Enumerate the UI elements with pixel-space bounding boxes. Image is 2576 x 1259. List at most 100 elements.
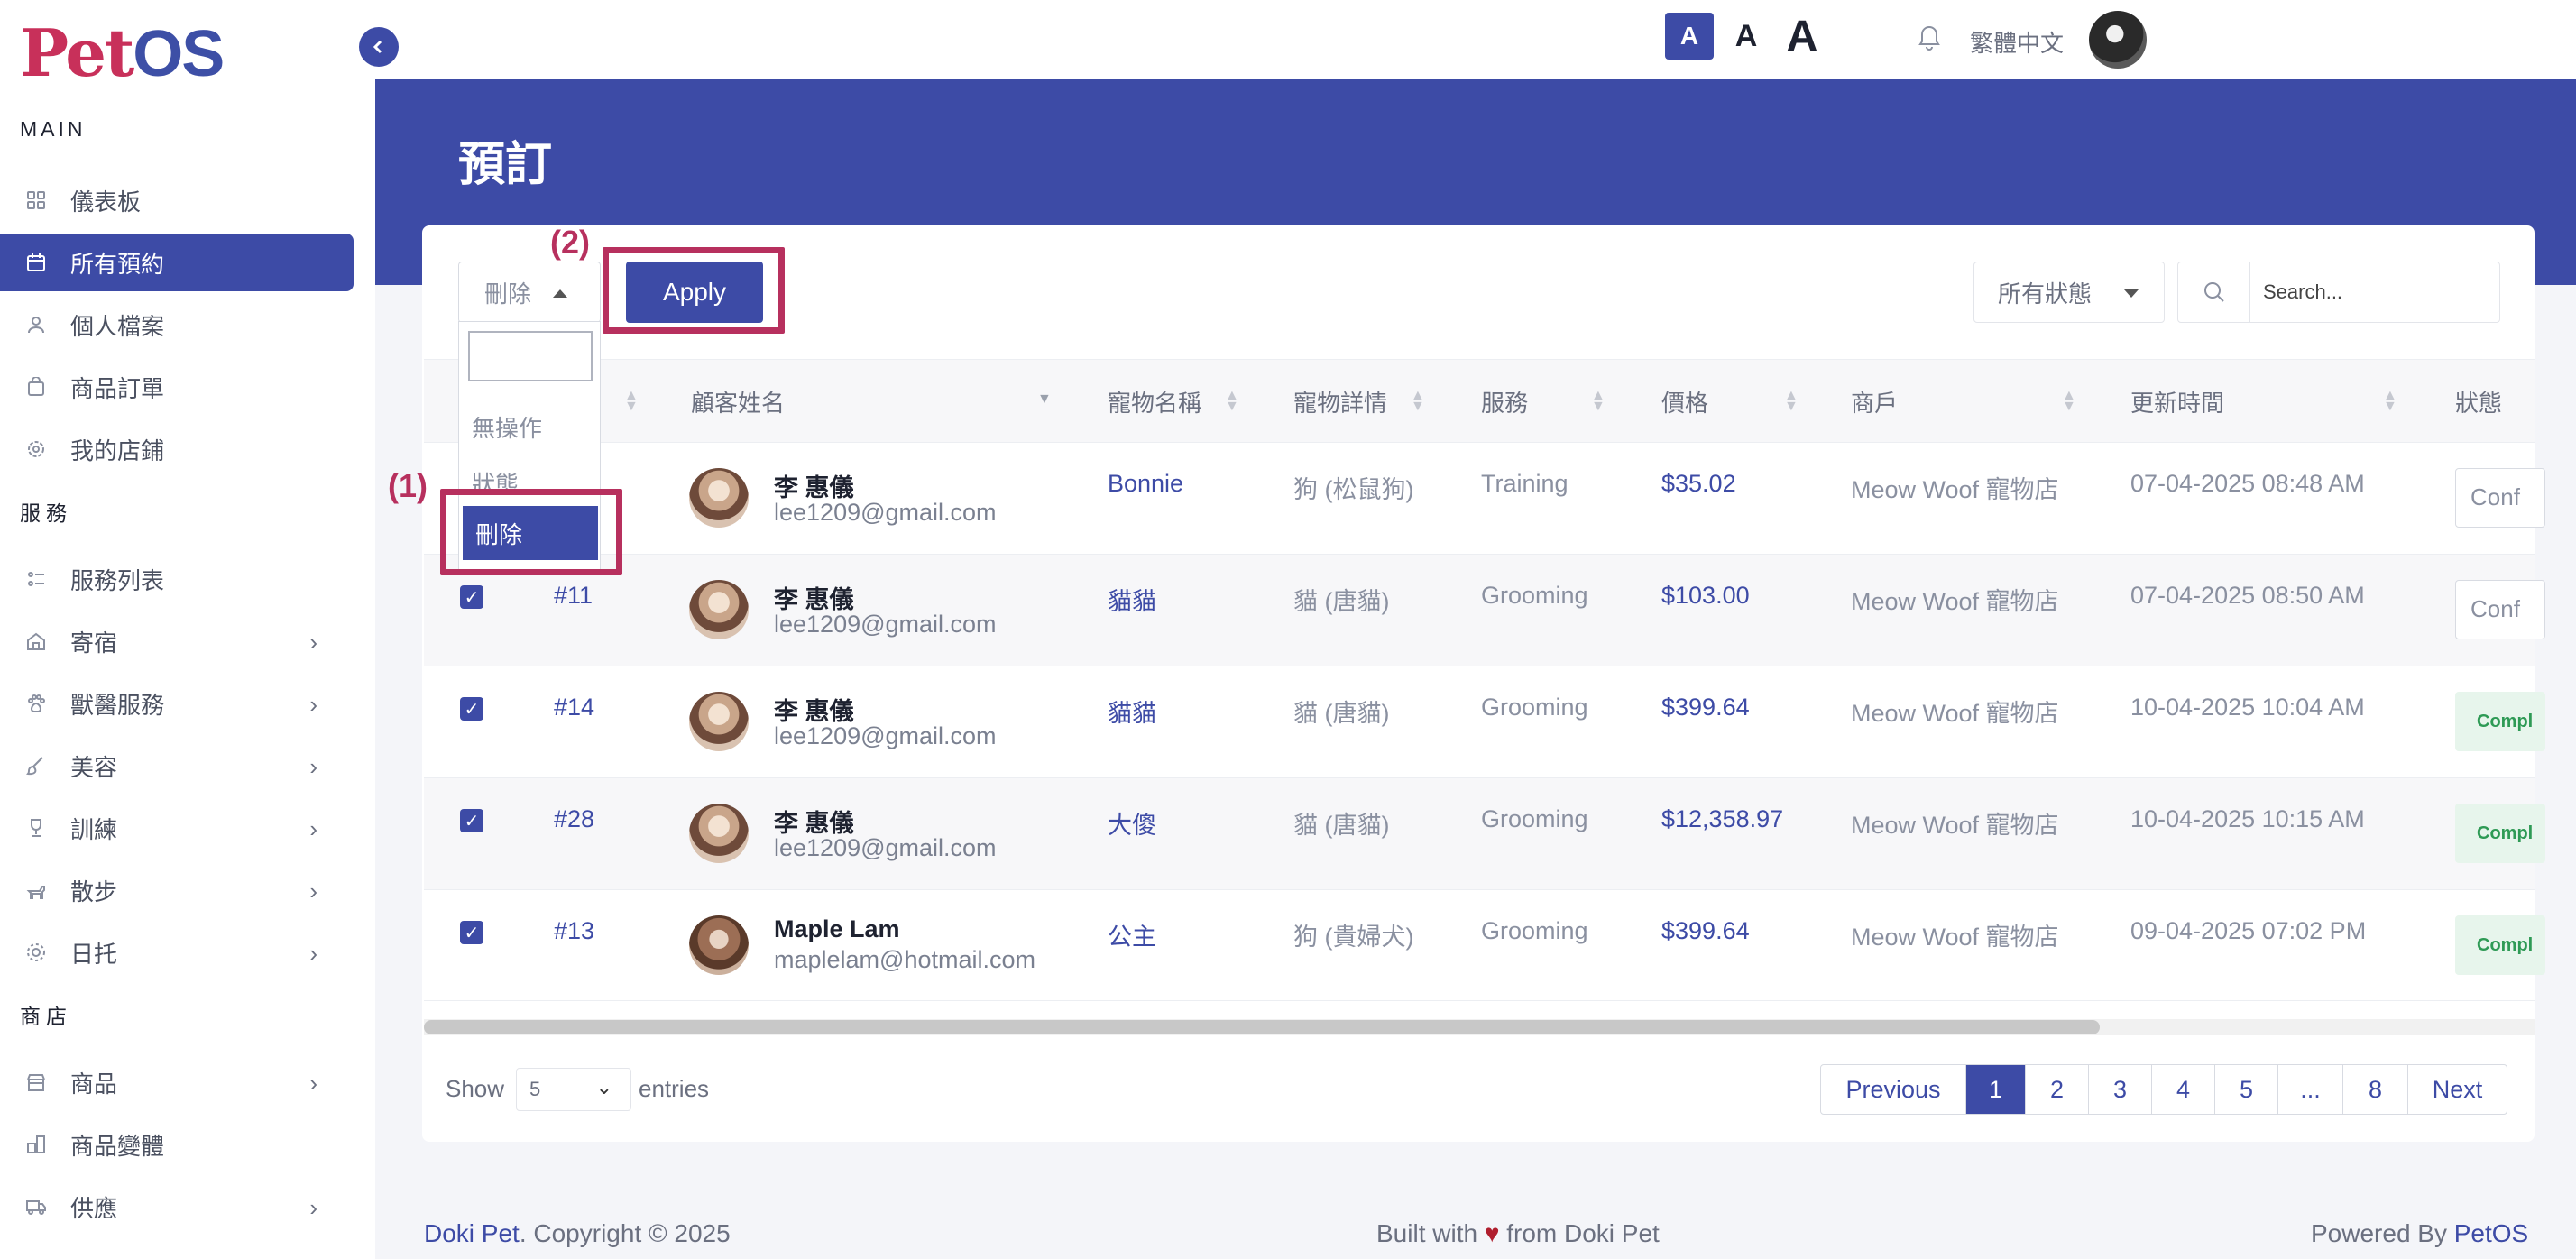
pet-name-link[interactable]: 貓貓 [1108,694,1156,729]
petos-logo[interactable]: PetOS [20,14,225,91]
dog-icon [25,879,47,901]
customer-avatar [689,804,749,863]
sidebar-item-products[interactable]: 商品 › [0,1053,354,1111]
sidebar-item-boarding[interactable]: 寄宿 › [0,612,354,670]
dropdown-option-no-action[interactable]: 無操作 [459,400,600,454]
booking-id-link[interactable]: #11 [554,582,593,610]
sort-desc-icon[interactable]: ▼ [1037,392,1052,407]
sidebar-item-walking[interactable]: 散步 › [0,861,354,919]
user-avatar[interactable] [2089,11,2147,69]
sidebar-item-all-bookings[interactable]: 所有預約 [0,234,354,291]
language-selector[interactable]: 繁體中文 [1970,25,2064,59]
sidebar-item-product-orders[interactable]: 商品訂單 [0,358,354,416]
service-name: Grooming [1481,582,1588,609]
chevron-right-icon: › [309,940,317,967]
chevron-down-icon: ⌄ [595,1076,612,1098]
pet-detail: 貓 (唐貓) [1293,588,1390,615]
updated-time: 07-04-2025 08:48 AM [2130,470,2365,497]
column-header-customer[interactable]: 顧客姓名 [691,385,785,418]
list-icon [25,568,47,590]
column-header-pet-detail[interactable]: 寵物詳情 [1293,385,1387,418]
status-select[interactable]: Conf [2455,468,2545,528]
pagination-page[interactable]: 5 [2214,1065,2277,1114]
service-name: Grooming [1481,805,1588,832]
pagination-page[interactable]: 8 [2342,1065,2407,1114]
table-row: ✓ #28 李 惠儀 lee1209@gmail.com 大傻 貓 (唐貓) G… [424,777,2545,889]
sidebar: PetOS MAIN 儀表板 所有預約 個人檔案 商品訂單 我的店鋪 服務 服務… [0,0,375,1259]
sort-icon[interactable]: ▲ ▼ [2062,389,2076,414]
footer-brand-link[interactable]: Doki Pet [424,1219,520,1247]
column-header-merchant[interactable]: 商戶 [1851,385,1898,418]
row-checkbox[interactable]: ✓ [460,809,483,832]
sort-icon[interactable]: ▲ ▼ [1784,389,1799,414]
customer-avatar [689,692,749,751]
chevron-right-icon: › [309,878,317,905]
chevron-right-icon: › [309,753,317,780]
bag-icon [25,376,47,398]
pagination-page[interactable]: 1 [1965,1065,2025,1114]
pagination-page[interactable]: 3 [2088,1065,2151,1114]
variant-icon [25,1134,47,1155]
booking-id-link[interactable]: #28 [554,805,594,833]
pet-name-link[interactable]: 公主 [1108,917,1156,952]
dropdown-search-input[interactable] [468,331,593,381]
pagination-next[interactable]: Next [2407,1065,2507,1114]
font-size-large-button[interactable]: A [1777,13,1827,60]
grid-icon [25,189,47,211]
column-header-price[interactable]: 價格 [1661,385,1708,418]
sidebar-item-my-store[interactable]: 我的店鋪 [0,420,354,478]
status-filter-select[interactable]: 所有狀態 [1973,262,2165,323]
search-input[interactable] [2250,262,2494,322]
price: $399.64 [1661,694,1750,721]
sidebar-item-training[interactable]: 訓練 › [0,799,354,857]
column-header-pet-name[interactable]: 寵物名稱 [1108,385,1201,418]
merchant: Meow Woof 寵物店 [1851,588,2059,615]
sort-icon[interactable]: ▲ ▼ [1225,389,1239,414]
sort-icon[interactable]: ▲ ▼ [624,389,639,414]
pet-detail: 狗 (松鼠狗) [1293,476,1414,503]
pet-name-link[interactable]: Bonnie [1108,470,1183,498]
sidebar-item-grooming[interactable]: 美容 › [0,737,354,795]
status-select[interactable]: Conf [2455,580,2545,639]
font-size-small-button[interactable]: A [1665,13,1714,60]
horizontal-scrollbar-thumb[interactable] [424,1020,2100,1034]
pet-name-link[interactable]: 貓貓 [1108,582,1156,617]
sidebar-item-supply[interactable]: 供應 › [0,1178,354,1236]
sort-icon[interactable]: ▲ ▼ [1411,389,1425,414]
font-size-medium-button[interactable]: A [1725,13,1768,60]
pagination-previous[interactable]: Previous [1821,1065,1965,1114]
sidebar-item-product-variants[interactable]: 商品變體 [0,1116,354,1173]
pet-name-link[interactable]: 大傻 [1108,805,1156,841]
booking-id-link[interactable]: #14 [554,694,594,721]
sidebar-item-profile[interactable]: 個人檔案 [0,296,354,354]
sort-icon[interactable]: ▲ ▼ [1591,389,1605,414]
chevron-right-icon: › [309,1194,317,1221]
row-checkbox[interactable]: ✓ [460,697,483,721]
column-header-service[interactable]: 服務 [1481,385,1528,418]
column-header-status[interactable]: 狀態 [2455,385,2502,418]
row-checkbox[interactable]: ✓ [460,921,483,944]
column-header-updated[interactable]: 更新時間 [2130,385,2224,418]
bell-icon[interactable] [1918,23,1941,55]
sidebar-item-daycare[interactable]: 日托 › [0,924,354,981]
footer-petos-link[interactable]: PetOS [2454,1219,2528,1247]
sidebar-item-service-list[interactable]: 服務列表 [0,550,354,608]
paw-icon [25,693,47,714]
pagination-page[interactable]: 4 [2151,1065,2214,1114]
booking-id-link[interactable]: #13 [554,917,594,945]
sort-icon[interactable]: ▲ ▼ [2383,389,2397,414]
bulk-action-select[interactable]: 刪除 [458,262,601,323]
sidebar-item-vet[interactable]: 獸醫服務 › [0,675,354,732]
page-size-select[interactable]: 5 ⌄ [516,1068,631,1111]
table-row: ✓ #14 李 惠儀 lee1209@gmail.com 貓貓 貓 (唐貓) G… [424,666,2545,777]
chevron-right-icon: › [309,629,317,656]
chevron-left-icon [373,40,382,54]
user-icon [25,314,47,335]
updated-time: 10-04-2025 10:15 AM [2130,805,2365,832]
row-checkbox[interactable]: ✓ [460,585,483,609]
sidebar-item-dashboard[interactable]: 儀表板 [0,171,354,229]
updated-time: 09-04-2025 07:02 PM [2130,917,2367,944]
pagination-page[interactable]: 2 [2025,1065,2088,1114]
customer-name: Maple Lam [774,915,900,942]
sidebar-collapse-button[interactable] [359,27,399,67]
